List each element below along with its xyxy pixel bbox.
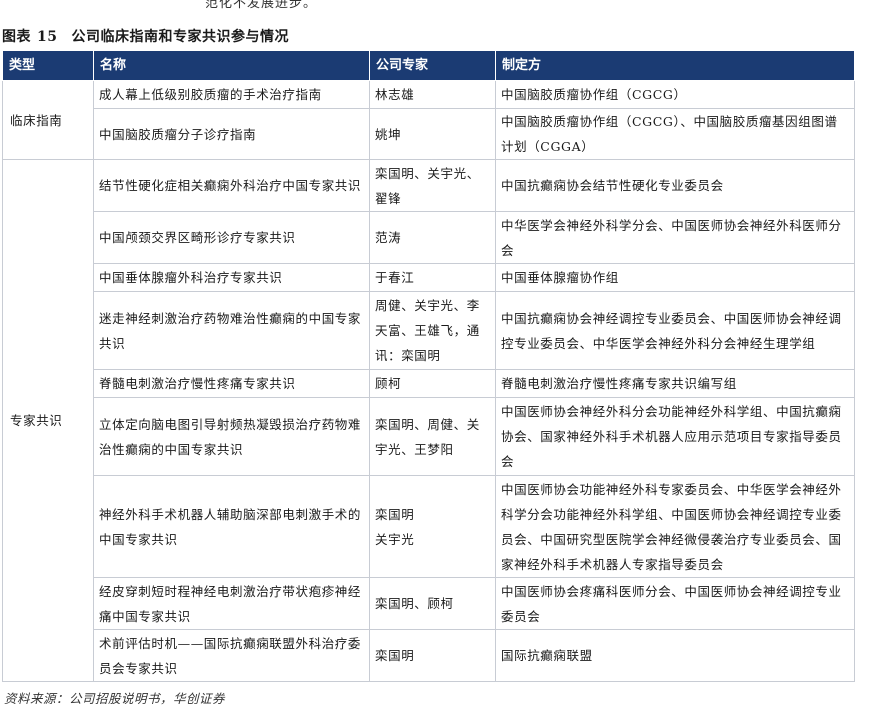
header-name: 名称 — [93, 50, 370, 81]
table-row: 中国垂体腺瘤外科治疗专家共识 于春江 中国垂体腺瘤协作组 — [3, 263, 855, 292]
experts-cell: 栾国明 — [369, 629, 496, 682]
issuer-cell: 脊髓电刺激治疗慢性疼痛专家共识编写组 — [495, 369, 855, 398]
table-caption: 图表 15 公司临床指南和专家共识参与情况 — [2, 26, 289, 46]
experts-cell: 栾国明、周健、关宇光、王梦阳 — [369, 397, 496, 476]
table-row: 临床指南 成人幕上低级别胶质瘤的手术治疗指南 林志雄 中国脑胶质瘤协作组（CGC… — [2, 80, 855, 160]
issuer-cell: 中国医师协会功能神经外科专家委员会、中华医学会神经外科学分会功能神经外科学组、中… — [495, 475, 855, 578]
name-cell: 中国垂体腺瘤外科治疗专家共识 — [93, 263, 370, 292]
table-row: 术前评估时机——国际抗癫痫联盟外科治疗委员会专家共识 栾国明 国际抗癫痫联盟 — [3, 629, 855, 682]
table-row: 经皮穿刺短时程神经电刺激治疗带状疱疹神经痛中国专家共识 栾国明、顾柯 中国医师协… — [3, 577, 855, 630]
name-cell: 中国颅颈交界区畸形诊疗专家共识 — [93, 211, 370, 264]
experts-cell: 于春江 — [369, 263, 496, 292]
table-row: 迷走神经刺激治疗药物难治性癫痫的中国专家共识 周健、关宇光、李天富、王雄飞，通讯… — [3, 291, 855, 370]
source-note: 资料来源：公司招股说明书，华创证券 — [4, 691, 226, 706]
table-header-row: 类型 名称 公司专家 制定方 — [2, 50, 855, 81]
name-cell: 经皮穿刺短时程神经电刺激治疗带状疱疹神经痛中国专家共识 — [93, 577, 370, 630]
header-issuer: 制定方 — [495, 50, 855, 81]
header-experts: 公司专家 — [369, 50, 496, 81]
issuer-cell: 中国脑胶质瘤协作组（CGCG） — [495, 80, 855, 109]
name-cell: 结节性硬化症相关癫痫外科治疗中国专家共识 — [93, 159, 370, 212]
category-cell: 专家共识 — [2, 159, 94, 682]
preceding-text-fragment: 范化不发展进步。 — [205, 0, 318, 11]
header-type: 类型 — [2, 50, 94, 81]
name-cell: 立体定向脑电图引导射频热凝毁损治疗药物难治性癫痫的中国专家共识 — [93, 397, 370, 476]
experts-cell: 周健、关宇光、李天富、王雄飞，通讯：栾国明 — [369, 291, 496, 370]
issuer-cell: 中华医学会神经外科学分会、中国医师协会神经外科医师分会 — [495, 211, 855, 264]
table-row: 中国脑胶质瘤分子诊疗指南 姚坤 中国脑胶质瘤协作组（CGCG）、中国脑胶质瘤基因… — [3, 108, 855, 160]
issuer-cell: 中国抗癫痫协会结节性硬化专业委员会 — [495, 159, 855, 212]
table-row: 脊髓电刺激治疗慢性疼痛专家共识 顾柯 脊髓电刺激治疗慢性疼痛专家共识编写组 — [3, 369, 855, 398]
name-cell: 脊髓电刺激治疗慢性疼痛专家共识 — [93, 369, 370, 398]
table-row: 中国颅颈交界区畸形诊疗专家共识 范涛 中华医学会神经外科学分会、中国医师协会神经… — [3, 211, 855, 264]
table-row: 专家共识 结节性硬化症相关癫痫外科治疗中国专家共识 栾国明、关宇光、翟锋 中国抗… — [2, 159, 855, 682]
experts-cell: 栾国明、顾柯 — [369, 577, 496, 630]
caption-label: 图表 — [2, 29, 31, 45]
table-row: 立体定向脑电图引导射频热凝毁损治疗药物难治性癫痫的中国专家共识 栾国明、周健、关… — [3, 397, 855, 476]
guidelines-table: 类型 名称 公司专家 制定方 临床指南 成人幕上低级别胶质瘤的手术治疗指南 林志… — [2, 50, 855, 682]
name-cell: 迷走神经刺激治疗药物难治性癫痫的中国专家共识 — [93, 291, 370, 370]
category-cell: 临床指南 — [2, 80, 94, 160]
name-cell: 中国脑胶质瘤分子诊疗指南 — [93, 108, 370, 160]
issuer-cell: 中国医师协会疼痛科医师分会、中国医师协会神经调控专业委员会 — [495, 577, 855, 630]
experts-cell: 栾国明、关宇光、翟锋 — [369, 159, 496, 212]
experts-cell: 林志雄 — [369, 80, 496, 109]
experts-cell: 姚坤 — [369, 108, 496, 160]
experts-cell: 顾柯 — [369, 369, 496, 398]
name-cell: 成人幕上低级别胶质瘤的手术治疗指南 — [93, 80, 370, 109]
issuer-cell: 国际抗癫痫联盟 — [495, 629, 855, 682]
issuer-cell: 中国脑胶质瘤协作组（CGCG）、中国脑胶质瘤基因组图谱计划（CGGA） — [495, 108, 855, 160]
issuer-cell: 中国医师协会神经外科分会功能神经外科学组、中国抗癫痫协会、国家神经外科手术机器人… — [495, 397, 855, 476]
caption-number: 15 — [37, 29, 58, 45]
experts-cell: 栾国明 关宇光 — [369, 475, 496, 578]
name-cell: 术前评估时机——国际抗癫痫联盟外科治疗委员会专家共识 — [93, 629, 370, 682]
issuer-cell: 中国抗癫痫协会神经调控专业委员会、中国医师协会神经调控专业委员会、中华医学会神经… — [495, 291, 855, 370]
caption-title: 公司临床指南和专家共识参与情况 — [71, 29, 289, 45]
experts-cell: 范涛 — [369, 211, 496, 264]
name-cell: 神经外科手术机器人辅助脑深部电刺激手术的中国专家共识 — [93, 475, 370, 578]
issuer-cell: 中国垂体腺瘤协作组 — [495, 263, 855, 292]
table-row: 神经外科手术机器人辅助脑深部电刺激手术的中国专家共识 栾国明 关宇光 中国医师协… — [3, 475, 855, 578]
